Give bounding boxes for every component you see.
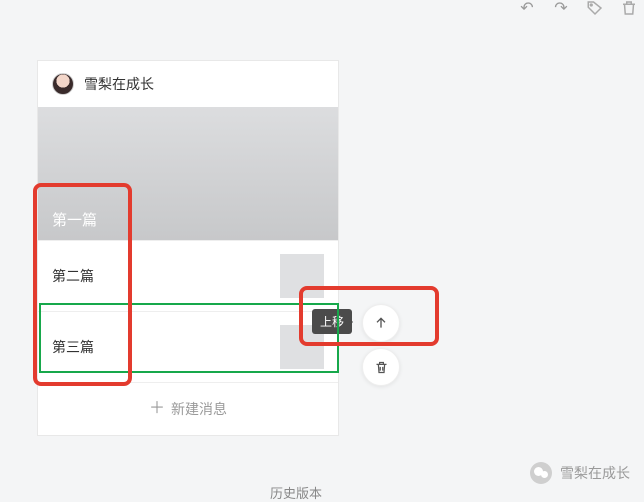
delete-button[interactable] [362,348,400,386]
trash-icon [374,360,389,375]
undo-icon[interactable]: ↶ [517,0,537,18]
new-message-label: 新建消息 [171,399,227,419]
wechat-name: 雪梨在成长 [560,463,630,483]
wechat-icon [530,462,552,484]
tag-icon[interactable] [585,0,605,18]
avatar [52,73,74,95]
plus-icon: ＋ [149,401,165,417]
author-name: 雪梨在成长 [84,74,154,94]
new-message-button[interactable]: ＋ 新建消息 [38,382,338,435]
highlight-red-right [299,286,439,346]
footer-history[interactable]: 历史版本 [270,483,322,502]
redo-icon[interactable]: ↷ [551,0,571,18]
top-toolbar: ↶ ↷ [517,0,639,18]
trash-icon[interactable] [619,0,639,18]
highlight-red-left [33,183,132,386]
card-header: 雪梨在成长 [38,61,338,107]
wechat-badge: 雪梨在成长 [530,462,630,484]
